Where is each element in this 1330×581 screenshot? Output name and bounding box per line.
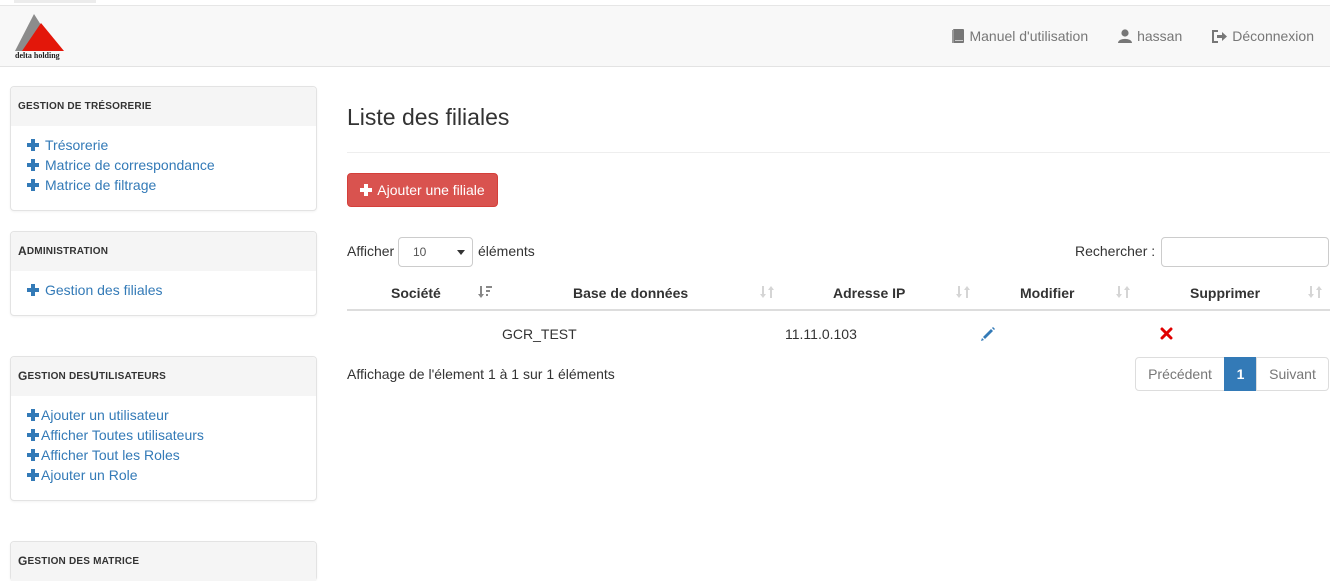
logout-icon [1212,29,1228,43]
matrix-panel: G ESTION DES MATRICE [10,541,317,581]
plus-icon [27,429,39,441]
sort-icon[interactable] [1116,285,1130,302]
pagination-previous[interactable]: Précédent [1135,357,1225,391]
search-label: Rechercher : [1075,243,1156,259]
sidebar-item-ajouter-role[interactable]: Ajouter un Role [27,465,316,485]
column-header-modifier[interactable]: Modifier [1020,285,1074,301]
delta-holding-logo[interactable]: delta holding [12,11,68,63]
logo-text: delta holding [15,51,60,60]
administration-panel: A DMINISTRATION Gestion des filiales [10,231,317,316]
users-panel: G ESTION DES U TILISATEURS Ajouter un util… [10,356,317,501]
delete-icon[interactable] [1160,327,1173,343]
length-suffix-label: éléments [478,243,535,259]
sidebar-item-tresorerie[interactable]: Trésorerie [27,135,316,155]
chevron-down-icon [457,250,465,255]
length-prefix-label: Afficher [347,243,395,259]
plus-icon [27,284,39,296]
treasury-panel-title: GESTION DE TRÉSORERIE [11,87,316,126]
edit-pencil-icon[interactable] [980,327,995,345]
column-header-societe[interactable]: Société [391,285,441,301]
cell-base: GCR_TEST [502,326,577,342]
pagination: Précédent 1 Suivant [1135,357,1329,391]
logout-label: Déconnexion [1232,28,1314,44]
logout-link[interactable]: Déconnexion [1212,28,1314,44]
table-header-divider [347,309,1330,311]
sidebar-item-matrice-filtrage[interactable]: Matrice de filtrage [27,175,316,195]
users-panel-title: G ESTION DES U TILISATEURS [11,357,316,396]
browser-tab[interactable] [14,0,96,3]
user-icon [1118,29,1133,43]
page-title: Liste des filiales [347,104,510,130]
plus-icon [27,409,39,421]
add-filiale-button[interactable]: Ajouter une filiale [347,173,498,207]
column-header-ip[interactable]: Adresse IP [833,285,905,301]
table-info: Affichage de l'élement 1 à 1 sur 1 éléme… [347,366,615,382]
plus-icon [360,184,373,196]
user-name: hassan [1137,28,1183,44]
manual-link[interactable]: Manuel d'utilisation [952,28,1088,44]
sidebar-item-afficher-roles[interactable]: Afficher Tout les Roles [27,445,316,465]
pagination-current-page[interactable]: 1 [1224,357,1257,391]
logo-triangle-icon [15,14,64,51]
sort-icon[interactable] [1308,285,1322,302]
manual-label: Manuel d'utilisation [969,28,1089,44]
treasury-panel: GESTION DE TRÉSORERIE Trésorerie Matrice… [10,86,317,211]
matrix-panel-title: G ESTION DES MATRICE [11,542,316,581]
title-divider [347,152,1330,153]
administration-panel-title: A DMINISTRATION [11,232,316,271]
plus-icon [27,159,39,171]
navbar-right: Manuel d'utilisation hassan Déconnexion [922,6,1314,66]
top-navbar: delta holding Manuel d'utilisation hassa… [0,6,1330,67]
plus-icon [27,179,39,191]
plus-icon [27,139,39,151]
user-link[interactable]: hassan [1118,28,1182,44]
sidebar-item-gestion-filiales[interactable]: Gestion des filiales [27,280,316,300]
sidebar-item-ajouter-utilisateur[interactable]: Ajouter un utilisateur [27,405,316,425]
column-header-base[interactable]: Base de données [573,285,688,301]
book-icon [952,29,965,43]
plus-icon [27,449,39,461]
cell-ip: 11.11.0.103 [785,326,857,342]
column-header-supprimer[interactable]: Supprimer [1190,285,1260,301]
sort-icon[interactable] [760,285,774,302]
sort-desc-icon[interactable] [478,285,492,302]
sort-icon[interactable] [956,285,970,302]
page-length-select[interactable]: 10 [398,237,473,267]
search-input[interactable] [1161,237,1329,267]
plus-icon [27,469,39,481]
sidebar-item-afficher-utilisateurs[interactable]: Afficher Toutes utilisateurs [27,425,316,445]
pagination-next[interactable]: Suivant [1256,357,1329,391]
sidebar-item-matrice-correspondance[interactable]: Matrice de correspondance [27,155,316,175]
